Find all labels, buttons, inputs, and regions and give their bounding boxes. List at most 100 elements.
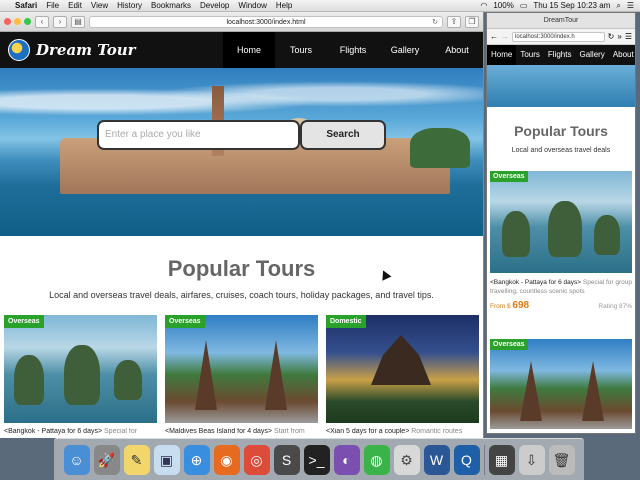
battery-percent[interactable]: 100% <box>493 1 513 10</box>
safari-icon[interactable]: ⊕ <box>183 444 210 475</box>
downloads-icon[interactable]: ⇩ <box>518 444 545 475</box>
forward-button[interactable]: › <box>53 15 67 28</box>
tour-caption: <Bangkok - Pattaya for 6 days> Special f… <box>4 428 157 435</box>
category-badge: Overseas <box>4 315 44 328</box>
menu-develop[interactable]: Develop <box>200 1 229 10</box>
tour-image[interactable]: Overseas <box>490 171 632 273</box>
menu-history[interactable]: History <box>117 1 142 10</box>
rating-text: Rating 87% <box>598 303 632 310</box>
trash-icon[interactable]: 🗑 <box>548 444 575 475</box>
menu-window[interactable]: Window <box>238 1 266 10</box>
tour-caption: <Maldives Beas Island for 4 days> Start … <box>165 428 318 435</box>
browser-tab[interactable]: DreamTour <box>487 13 635 29</box>
github-icon[interactable]: ◐ <box>333 444 360 475</box>
finder-window-icon[interactable]: ▦ <box>488 444 515 475</box>
tour-image[interactable]: Overseas <box>490 339 632 429</box>
menu-help[interactable]: Help <box>276 1 292 10</box>
search-icon[interactable]: ⌕ <box>616 1 620 11</box>
safari-window: ‹ › ▤ localhost:3000/index.html ↻ ⇪ ❐ Dr… <box>0 12 484 438</box>
tour-caption: <Xian 5 days for a couple> Romantic rout… <box>326 428 479 435</box>
category-badge: Overseas <box>165 315 205 328</box>
menu-icon[interactable]: ☰ <box>625 32 632 41</box>
tour-card[interactable]: Overseas <Bangkok - Pattaya for 6 days> … <box>490 171 632 311</box>
wechat-icon[interactable]: ◍ <box>363 444 390 475</box>
back-button[interactable]: ‹ <box>35 15 49 28</box>
address-bar[interactable]: localhost:3000/index.h <box>512 31 605 42</box>
nav-about[interactable]: About <box>609 45 635 65</box>
back-icon[interactable]: ← <box>490 32 498 41</box>
sublime-icon[interactable]: S <box>273 444 300 475</box>
dock-separator <box>483 444 485 475</box>
tour-card[interactable]: Overseas <box>490 339 632 429</box>
menu-bookmarks[interactable]: Bookmarks <box>151 1 191 10</box>
menu-list-icon[interactable]: ☰ <box>627 1 634 10</box>
minimize-window-icon[interactable] <box>14 18 21 25</box>
zoom-window-icon[interactable] <box>24 18 31 25</box>
tab-title: DreamTour <box>543 17 579 24</box>
macos-dock: ☺ 🚀 ✎ ▣ ⊕ ◉ ◎ S >_ ◐ ◍ ⚙ W Q ▦ ⇩ 🗑 <box>54 438 584 480</box>
search-input[interactable]: Enter a place you like <box>97 120 300 150</box>
share-icon[interactable]: ⇪ <box>447 15 461 28</box>
price-value: 698 <box>512 300 530 311</box>
macos-menubar: Safari File Edit View History Bookmarks … <box>0 0 640 12</box>
globe-logo-icon <box>8 39 30 61</box>
notes-icon[interactable]: ✎ <box>123 444 150 475</box>
tour-image[interactable]: Overseas <box>165 315 318 423</box>
nav-tours[interactable]: Tours <box>275 32 327 68</box>
address-text: localhost:3000/index.html <box>226 18 306 26</box>
nav-about[interactable]: About <box>431 32 483 68</box>
window-controls <box>4 18 31 25</box>
extensions-icon[interactable]: » <box>617 32 621 41</box>
tour-card[interactable]: Domestic <Xian 5 days for a couple> Roma… <box>326 315 479 435</box>
datetime[interactable]: Thu 15 Sep 10:23 am <box>533 1 610 10</box>
tour-title[interactable]: <Bangkok - Pattaya for 6 days> <box>4 428 102 435</box>
site-logo[interactable]: Dream Tour <box>8 39 136 61</box>
tour-title[interactable]: <Maldives Beas Island for 4 days> <box>165 428 272 435</box>
tour-title[interactable]: <Bangkok - Pattaya for 6 days> <box>490 279 581 286</box>
word-icon[interactable]: W <box>423 444 450 475</box>
site-navbar: Dream Tour Home Tours Flights Gallery Ab… <box>0 32 483 68</box>
search-button[interactable]: Search <box>300 120 386 150</box>
hero-clouds <box>0 78 483 118</box>
nav-links: Home Tours Flights Gallery About <box>223 32 483 68</box>
reload-icon[interactable]: ↻ <box>608 32 615 41</box>
logo-text: Dream Tour <box>36 41 136 59</box>
firefox-icon[interactable]: ◉ <box>213 444 240 475</box>
tour-card[interactable]: Overseas <Maldives Beas Island for 4 day… <box>165 315 318 435</box>
preview-icon[interactable]: ▣ <box>153 444 180 475</box>
quicktime-icon[interactable]: Q <box>453 444 480 475</box>
close-window-icon[interactable] <box>4 18 11 25</box>
sidebar-toggle-icon[interactable]: ▤ <box>71 15 85 28</box>
menu-file[interactable]: File <box>46 1 59 10</box>
address-bar[interactable]: localhost:3000/index.html ↻ <box>89 15 443 28</box>
chrome-icon[interactable]: ◎ <box>243 444 270 475</box>
terminal-icon[interactable]: >_ <box>303 444 330 475</box>
nav-home[interactable]: Home <box>223 32 275 68</box>
nav-gallery[interactable]: Gallery <box>575 45 608 65</box>
tour-image[interactable]: Domestic <box>326 315 479 423</box>
section-subtitle: Local and overseas travel deals, airfare… <box>49 290 434 300</box>
reload-icon[interactable]: ↻ <box>432 17 438 28</box>
tour-cards: Overseas <Bangkok - Pattaya for 6 days> … <box>4 315 479 435</box>
tool-icon[interactable]: ⚙ <box>393 444 420 475</box>
tour-title[interactable]: <Xian 5 days for a couple> <box>326 428 409 435</box>
tabs-icon[interactable]: ❐ <box>465 15 479 28</box>
menu-view[interactable]: View <box>91 1 108 10</box>
section-title: Popular Tours <box>167 256 316 281</box>
tour-image[interactable]: Overseas <box>4 315 157 423</box>
tour-desc: Romantic routes <box>411 428 463 435</box>
nav-home[interactable]: Home <box>487 45 517 65</box>
nav-flights[interactable]: Flights <box>544 45 576 65</box>
menu-edit[interactable]: Edit <box>68 1 82 10</box>
tour-card[interactable]: Overseas <Bangkok - Pattaya for 6 days> … <box>4 315 157 435</box>
battery-icon[interactable]: ▭ <box>520 1 528 10</box>
finder-icon[interactable]: ☺ <box>63 444 90 475</box>
menu-app-name[interactable]: Safari <box>15 1 37 10</box>
nav-gallery[interactable]: Gallery <box>379 32 431 68</box>
launchpad-icon[interactable]: 🚀 <box>93 444 120 475</box>
wifi-icon[interactable]: ◠ <box>480 1 487 10</box>
nav-flights[interactable]: Flights <box>327 32 379 68</box>
category-badge: Overseas <box>490 339 528 350</box>
nav-tours[interactable]: Tours <box>516 45 544 65</box>
forward-icon[interactable]: → <box>501 32 509 41</box>
